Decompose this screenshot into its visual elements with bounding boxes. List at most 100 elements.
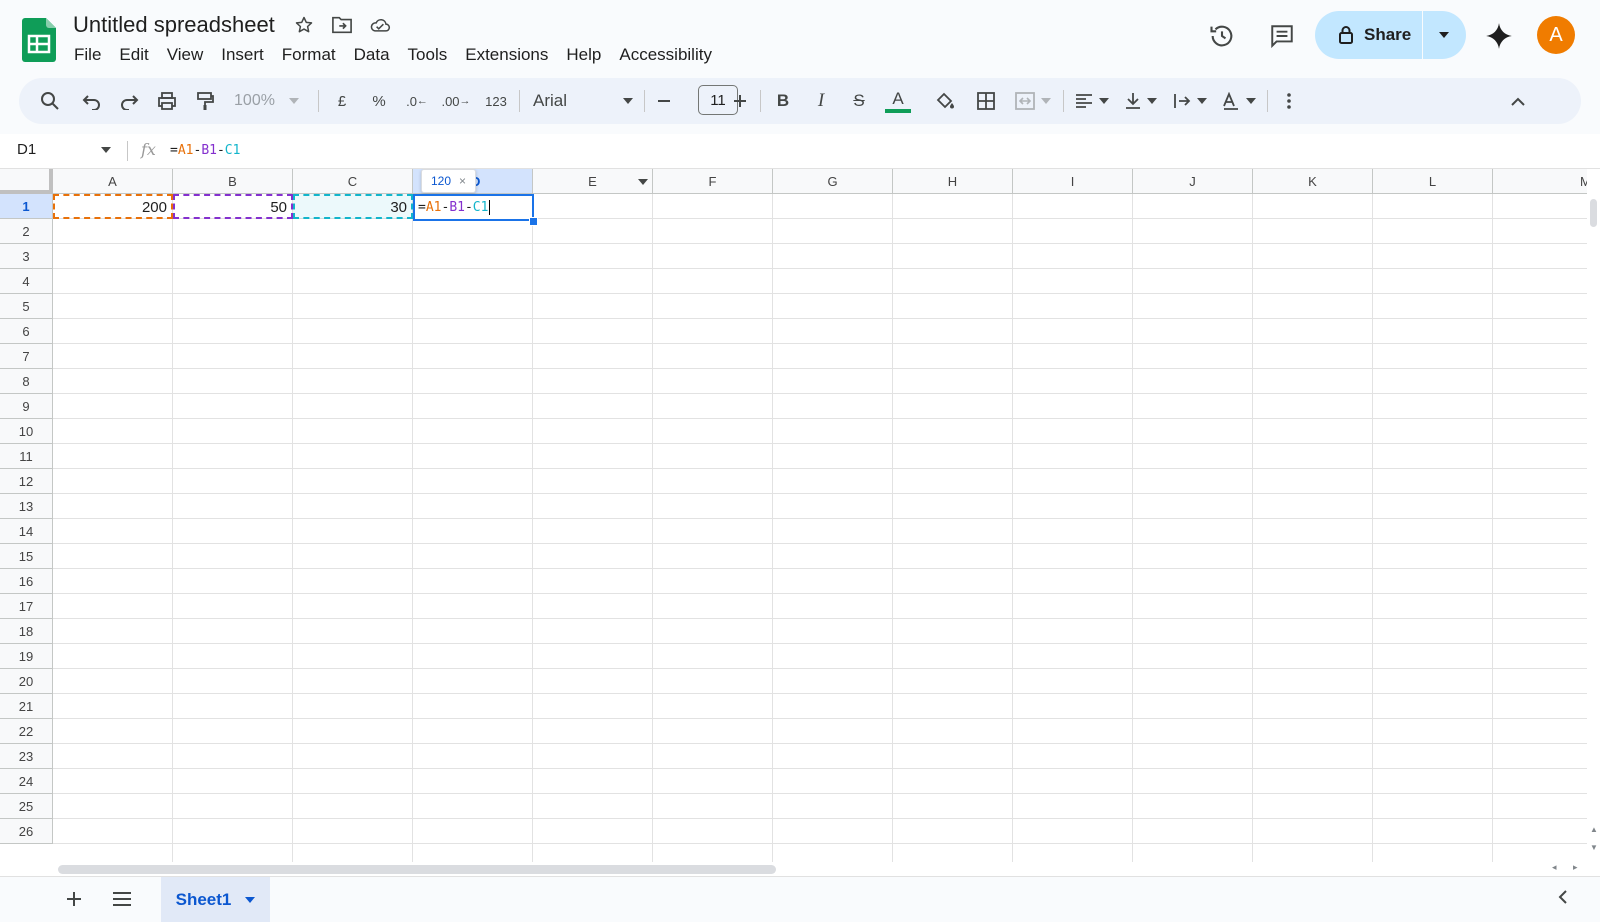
horizontal-scroll-thumb[interactable] bbox=[58, 865, 776, 874]
menu-view[interactable]: View bbox=[158, 44, 213, 66]
row-header-22[interactable]: 22 bbox=[0, 719, 53, 744]
text-rotation-icon[interactable] bbox=[1218, 78, 1260, 124]
row-header-12[interactable]: 12 bbox=[0, 469, 53, 494]
vertical-scrollbar[interactable]: ▲ ▼ bbox=[1587, 169, 1600, 862]
name-box-caret-icon[interactable] bbox=[101, 147, 111, 153]
decrease-decimal-button[interactable]: .0 ← bbox=[404, 78, 430, 124]
row-header-5[interactable]: 5 bbox=[0, 294, 53, 319]
search-menus-icon[interactable] bbox=[37, 78, 63, 124]
caret-down-icon[interactable] bbox=[245, 896, 256, 903]
menu-data[interactable]: Data bbox=[345, 44, 399, 66]
comments-icon[interactable] bbox=[1264, 18, 1300, 54]
column-header-l[interactable]: L bbox=[1373, 169, 1493, 194]
scroll-up-icon[interactable]: ▲ bbox=[1590, 825, 1598, 834]
text-color-icon[interactable]: A bbox=[884, 78, 912, 124]
undo-icon[interactable] bbox=[79, 78, 105, 124]
vertical-align-icon[interactable] bbox=[1120, 78, 1162, 124]
column-header-m[interactable]: M bbox=[1493, 169, 1587, 194]
italic-icon[interactable]: I bbox=[810, 78, 832, 124]
print-icon[interactable] bbox=[154, 78, 180, 124]
column-menu-caret-icon[interactable] bbox=[638, 179, 648, 185]
menu-format[interactable]: Format bbox=[273, 44, 345, 66]
horizontal-scrollbar[interactable]: ◂ ▸ bbox=[0, 862, 1600, 876]
bold-icon[interactable]: B bbox=[772, 78, 794, 124]
side-panel-toggle-icon[interactable] bbox=[1558, 889, 1568, 910]
column-header-c[interactable]: C bbox=[293, 169, 413, 194]
menu-help[interactable]: Help bbox=[557, 44, 610, 66]
row-header-25[interactable]: 25 bbox=[0, 794, 53, 819]
account-avatar[interactable]: A bbox=[1537, 16, 1575, 54]
spreadsheet-grid[interactable]: A B C D E F G H I J K L M 120 × 12345678… bbox=[0, 169, 1587, 862]
row-header-13[interactable]: 13 bbox=[0, 494, 53, 519]
column-header-k[interactable]: K bbox=[1253, 169, 1373, 194]
scroll-down-icon[interactable]: ▼ bbox=[1590, 843, 1598, 852]
column-header-e[interactable]: E bbox=[533, 169, 653, 194]
row-header-26[interactable]: 26 bbox=[0, 819, 53, 844]
row-header-20[interactable]: 20 bbox=[0, 669, 53, 694]
formula-input[interactable]: =A1-B1-C1 bbox=[170, 143, 240, 158]
row-header-14[interactable]: 14 bbox=[0, 519, 53, 544]
gemini-spark-icon[interactable] bbox=[1481, 18, 1517, 54]
row-header-2[interactable]: 2 bbox=[0, 219, 53, 244]
borders-icon[interactable] bbox=[975, 78, 997, 124]
column-header-h[interactable]: H bbox=[893, 169, 1013, 194]
decrease-font-size-icon[interactable] bbox=[653, 78, 675, 124]
fill-handle[interactable] bbox=[529, 217, 538, 226]
cell-a1[interactable]: 200 bbox=[53, 194, 173, 219]
format-currency-button[interactable]: £ bbox=[331, 78, 353, 124]
cell-c1[interactable]: 30 bbox=[293, 194, 413, 219]
menu-extensions[interactable]: Extensions bbox=[456, 44, 557, 66]
strikethrough-icon[interactable]: S bbox=[848, 78, 870, 124]
name-box[interactable]: D1 bbox=[17, 141, 36, 158]
row-header-18[interactable]: 18 bbox=[0, 619, 53, 644]
column-header-f[interactable]: F bbox=[653, 169, 773, 194]
format-percent-button[interactable]: % bbox=[368, 78, 390, 124]
row-header-4[interactable]: 4 bbox=[0, 269, 53, 294]
horizontal-align-icon[interactable] bbox=[1071, 78, 1113, 124]
scroll-right-icon[interactable]: ▸ bbox=[1573, 862, 1578, 873]
sheets-logo-icon[interactable] bbox=[22, 18, 56, 62]
fill-color-icon[interactable] bbox=[933, 78, 957, 124]
column-header-g[interactable]: G bbox=[773, 169, 893, 194]
row-header-16[interactable]: 16 bbox=[0, 569, 53, 594]
column-header-j[interactable]: J bbox=[1133, 169, 1253, 194]
cell-d1-editor[interactable]: =A1-B1-C1​ bbox=[413, 194, 534, 221]
increase-decimal-button[interactable]: .00 → bbox=[441, 78, 471, 124]
menu-accessibility[interactable]: Accessibility bbox=[610, 44, 721, 66]
move-folder-icon[interactable] bbox=[331, 14, 353, 36]
font-select[interactable]: Arial bbox=[533, 78, 633, 124]
zoom-select[interactable]: 100% bbox=[229, 78, 304, 124]
menu-file[interactable]: File bbox=[65, 44, 110, 66]
row-header-24[interactable]: 24 bbox=[0, 769, 53, 794]
row-header-3[interactable]: 3 bbox=[0, 244, 53, 269]
scroll-left-icon[interactable]: ◂ bbox=[1552, 862, 1557, 873]
all-sheets-icon[interactable] bbox=[110, 887, 134, 911]
row-header-1[interactable]: 1 bbox=[0, 194, 53, 219]
text-wrapping-icon[interactable] bbox=[1169, 78, 1211, 124]
row-header-17[interactable]: 17 bbox=[0, 594, 53, 619]
column-header-i[interactable]: I bbox=[1013, 169, 1133, 194]
more-formats-button[interactable]: 123 bbox=[481, 78, 511, 124]
column-header-a[interactable]: A bbox=[53, 169, 173, 194]
sheet-tab-sheet1[interactable]: Sheet1 bbox=[161, 877, 270, 922]
vertical-scroll-thumb[interactable] bbox=[1590, 199, 1597, 227]
column-header-b[interactable]: B bbox=[173, 169, 293, 194]
row-header-19[interactable]: 19 bbox=[0, 644, 53, 669]
cell-b1[interactable]: 50 bbox=[173, 194, 293, 219]
star-icon[interactable] bbox=[293, 14, 315, 36]
share-dropdown-button[interactable] bbox=[1423, 31, 1465, 39]
menu-tools[interactable]: Tools bbox=[399, 44, 457, 66]
row-header-11[interactable]: 11 bbox=[0, 444, 53, 469]
merge-cells-icon[interactable] bbox=[1012, 78, 1054, 124]
row-header-6[interactable]: 6 bbox=[0, 319, 53, 344]
row-header-7[interactable]: 7 bbox=[0, 344, 53, 369]
row-header-8[interactable]: 8 bbox=[0, 369, 53, 394]
row-header-9[interactable]: 9 bbox=[0, 394, 53, 419]
row-header-10[interactable]: 10 bbox=[0, 419, 53, 444]
share-button[interactable]: Share bbox=[1315, 11, 1423, 59]
document-title[interactable]: Untitled spreadsheet bbox=[73, 12, 275, 38]
paint-format-icon[interactable] bbox=[192, 78, 218, 124]
cloud-saved-icon[interactable] bbox=[369, 14, 391, 36]
menu-insert[interactable]: Insert bbox=[212, 44, 273, 66]
more-vert-icon[interactable] bbox=[1278, 78, 1300, 124]
